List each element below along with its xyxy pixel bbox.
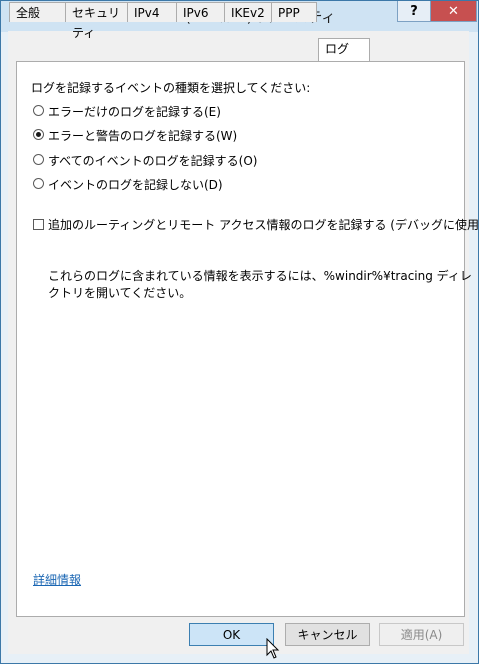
details-link[interactable]: 詳細情報: [33, 571, 81, 588]
tracing-info-line-2: クトリを開いてください。: [48, 286, 192, 300]
event-type-heading: ログを記録するイベントの種類を選択してください:: [31, 81, 311, 95]
debug-logging-label[interactable]: 追加のルーティングとリモート アクセス情報のログを記録する (デバッグに使用)(…: [48, 216, 479, 233]
radio-button-selected[interactable]: [33, 129, 44, 140]
tracing-info-line-1: これらのログに含まれている情報を表示するには、%windir%¥tracing …: [48, 269, 472, 283]
tab-general[interactable]: 全般: [9, 2, 66, 22]
radio-label[interactable]: イベントのログを記録しない(D): [48, 176, 223, 193]
close-button[interactable]: ✕: [430, 1, 477, 22]
log-tab-panel: [16, 61, 465, 617]
radio-label[interactable]: すべてのイベントのログを記録する(O): [48, 152, 258, 169]
debug-logging-checkbox[interactable]: [33, 219, 44, 230]
tab-log[interactable]: ログ: [318, 38, 370, 61]
tab-ipv4[interactable]: IPv4: [127, 2, 177, 22]
tab-ppp[interactable]: PPP: [271, 2, 317, 22]
ok-button[interactable]: OK: [189, 623, 274, 646]
tab-ipv6[interactable]: IPv6: [176, 2, 225, 22]
tab-ikev2[interactable]: IKEv2: [224, 2, 272, 22]
radio-button[interactable]: [33, 178, 44, 189]
radio-label[interactable]: エラーと警告のログを記録する(W): [48, 127, 237, 144]
radio-button[interactable]: [33, 154, 44, 165]
tab-security[interactable]: セキュリティ: [65, 2, 128, 40]
cancel-button[interactable]: キャンセル: [285, 623, 370, 646]
help-icon: ?: [410, 3, 418, 19]
apply-button[interactable]: 適用(A): [379, 623, 464, 646]
help-button[interactable]: ?: [397, 1, 431, 22]
close-icon: ✕: [448, 3, 459, 19]
radio-label[interactable]: エラーだけのログを記録する(E): [48, 103, 221, 120]
radio-button[interactable]: [33, 105, 44, 116]
mouse-pointer-icon: [266, 638, 280, 659]
